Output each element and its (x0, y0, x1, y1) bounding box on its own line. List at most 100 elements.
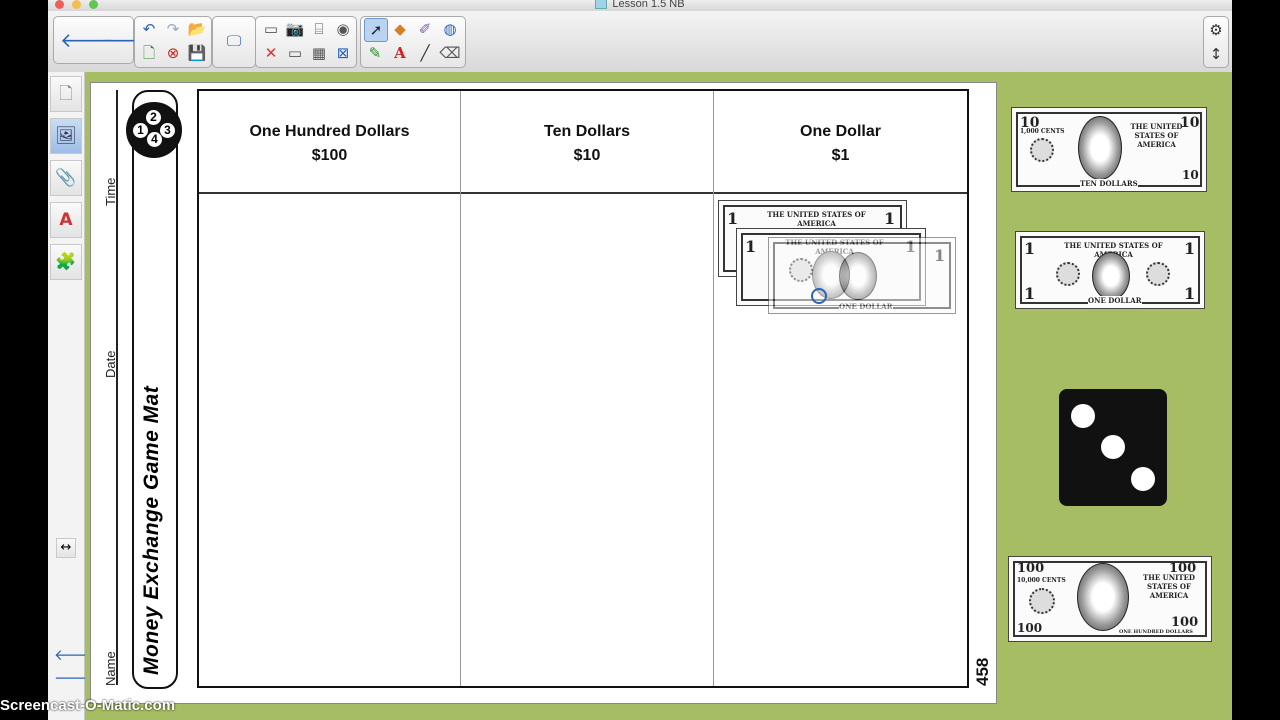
forward-arrow-icon[interactable]: 🡒 (101, 29, 155, 51)
drawing-tools-group: ➚ ◆ ✐ ◍ ✎ A ╱ ⌫ (360, 16, 466, 68)
sidebar-tabs: 🗋 🖼 📎 A 🧩 ↔ 🡐 🡒 (48, 72, 94, 720)
screen-shade-icon[interactable]: ▭ (260, 18, 282, 40)
portrait-image (839, 252, 877, 300)
lesson-logo: 1 2 4 3 (126, 102, 182, 158)
spotlight-icon[interactable]: ◉ (332, 18, 354, 40)
ten-dollar-bill[interactable]: 10 10 1,000 CENTS THE UNITED STATES OF A… (1011, 107, 1207, 192)
logo-number-2: 2 (146, 110, 161, 125)
bill-denomination: ONE DOLLAR (1088, 296, 1142, 305)
tens-column[interactable]: Ten Dollars $10 (461, 91, 714, 686)
ones-value: $1 (831, 147, 850, 164)
tens-title: Ten Dollars (544, 123, 630, 140)
recording-watermark: Screencast-O-Matic.com (0, 697, 176, 714)
bill-corner: 1 (1184, 284, 1196, 303)
bill-corner: 1 (884, 209, 896, 228)
back-arrow-icon[interactable]: 🡐 (60, 29, 114, 51)
bill-corner: 10 (1182, 168, 1199, 182)
line-icon[interactable]: ╱ (414, 42, 436, 64)
delete-page-icon[interactable]: ⊗ (162, 42, 184, 64)
bill-corner: 1 (745, 237, 757, 256)
bill-corner: 1 (1024, 239, 1036, 258)
close-box-icon[interactable]: ⊠ (332, 42, 354, 64)
pen-icon[interactable]: ✎ (364, 42, 386, 64)
text-tool-icon[interactable]: A (389, 42, 411, 64)
bill-corner: 100 (1017, 561, 1045, 576)
tens-value: $10 (573, 147, 601, 164)
bill-corner: 1 (1184, 239, 1196, 258)
shapes-icon[interactable]: ◆ (389, 18, 411, 40)
date-label: Date (103, 350, 118, 378)
hundred-dollar-bill[interactable]: 100 100 10,000 CENTS THE UNITED STATES O… (1008, 556, 1212, 642)
document-camera-icon[interactable]: ⌸ (308, 18, 330, 40)
name-label: Name (103, 651, 118, 686)
die[interactable] (1059, 389, 1167, 506)
logo-number-4: 4 (147, 132, 162, 147)
ones-header: One Dollar $1 (714, 91, 967, 194)
file-group: ↶ ↷ 📂 🗋 ⊗ 💾 (134, 16, 212, 68)
capture-icon[interactable]: 📷 (284, 18, 306, 40)
page-sorter-tab[interactable]: 🗋 (50, 76, 82, 112)
addons-tab[interactable]: 🧩 (50, 244, 82, 280)
bill-corner: 100 (1171, 615, 1199, 630)
page-tools-group: ▭ 📷 ⌸ ◉ ✕ ▭ ▦ ⊠ (255, 16, 357, 68)
open-folder-icon[interactable]: 📂 (186, 18, 208, 40)
properties-tab[interactable]: A (50, 202, 82, 238)
bill-corner: 1 (1024, 284, 1036, 303)
portrait-image (1078, 116, 1122, 180)
one-dollar-bill-dragging[interactable]: 1 ONE DOLLAR (768, 237, 956, 314)
gallery-tab[interactable]: 🖼 (50, 118, 82, 154)
die-pip (1101, 435, 1125, 459)
seal-image (789, 258, 813, 282)
bill-denomination: ONE DOLLAR (839, 302, 893, 311)
hundreds-header: One Hundred Dollars $100 (199, 91, 460, 194)
seal-image (1146, 262, 1170, 286)
display-group: 🖵 (212, 16, 256, 68)
bill-corner: 1 (727, 209, 739, 228)
seal-image (1029, 588, 1055, 614)
magic-pen-icon[interactable]: ✐ (414, 18, 436, 40)
redo-icon[interactable]: ↷ (162, 18, 184, 40)
title-bar: Lesson 1.5 NB (48, 0, 1232, 11)
page-number: 458 (973, 657, 992, 686)
display-icon[interactable]: 🖵 (223, 30, 245, 52)
bill-corner: 100 (1017, 621, 1043, 635)
bill-denomination: ONE HUNDRED DOLLARS (1119, 629, 1193, 635)
hundreds-column[interactable]: One Hundred Dollars $100 (199, 91, 461, 686)
window-title-text: Lesson 1.5 NB (612, 0, 685, 10)
seal-image (1056, 262, 1080, 286)
logo-number-3: 3 (160, 123, 175, 138)
move-toolbar-icon[interactable]: ↕ (1205, 43, 1227, 65)
attachments-tab[interactable]: 📎 (50, 160, 82, 196)
eraser-icon[interactable]: ⌫ (439, 42, 461, 64)
select-pointer-icon[interactable]: ➚ (364, 18, 388, 42)
seal-image (1030, 138, 1054, 162)
document-icon (595, 0, 608, 10)
hundreds-title: One Hundred Dollars (249, 123, 410, 140)
delete-icon[interactable]: ✕ (260, 42, 282, 64)
portrait-image (1077, 563, 1129, 631)
bill-country: THE UNITED STATES OF AMERICA (1130, 122, 1183, 149)
save-icon[interactable]: 💾 (186, 42, 208, 64)
time-label: Time (103, 177, 118, 206)
ones-column[interactable]: One Dollar $1 (714, 91, 967, 686)
bill-country: THE UNITED STATES OF AMERICA (767, 210, 866, 228)
bill-cents: 10,000 CENTS (1017, 577, 1066, 584)
die-pip (1131, 467, 1155, 491)
bill-denomination: TEN DOLLARS (1080, 179, 1138, 188)
one-dollar-bank-bill[interactable]: 1 THE UNITED STATES OF AMERICA 1 1 ONE D… (1015, 231, 1205, 309)
window-title: Lesson 1.5 NB (48, 0, 1232, 10)
die-pip (1071, 404, 1095, 428)
full-screen-icon[interactable]: ▭ (284, 42, 306, 64)
bill-country: THE UNITED STATES OF AMERICA (1143, 573, 1195, 600)
settings-gear-icon[interactable]: ⚙ (1205, 19, 1227, 41)
new-page-icon[interactable]: 🗋 (138, 42, 160, 64)
place-value-table: One Hundred Dollars $100 Ten Dollars $10… (197, 89, 969, 688)
ones-title: One Dollar (800, 123, 881, 140)
toolbar: 🡐 🡒 ↶ ↷ 📂 🗋 ⊗ 💾 🖵 ▭ 📷 ⌸ ◉ ✕ ▭ ▦ ⊠ ➚ ◆ ✐ … (48, 11, 1232, 73)
table-icon[interactable]: ▦ (308, 42, 330, 64)
undo-icon[interactable]: ↶ (138, 18, 160, 40)
fill-icon[interactable]: ◍ (439, 18, 461, 40)
resize-sidebar-icon[interactable]: ↔ (56, 538, 76, 558)
mat-title: Money Exchange Game Mat (140, 385, 163, 675)
tens-header: Ten Dollars $10 (461, 91, 713, 194)
